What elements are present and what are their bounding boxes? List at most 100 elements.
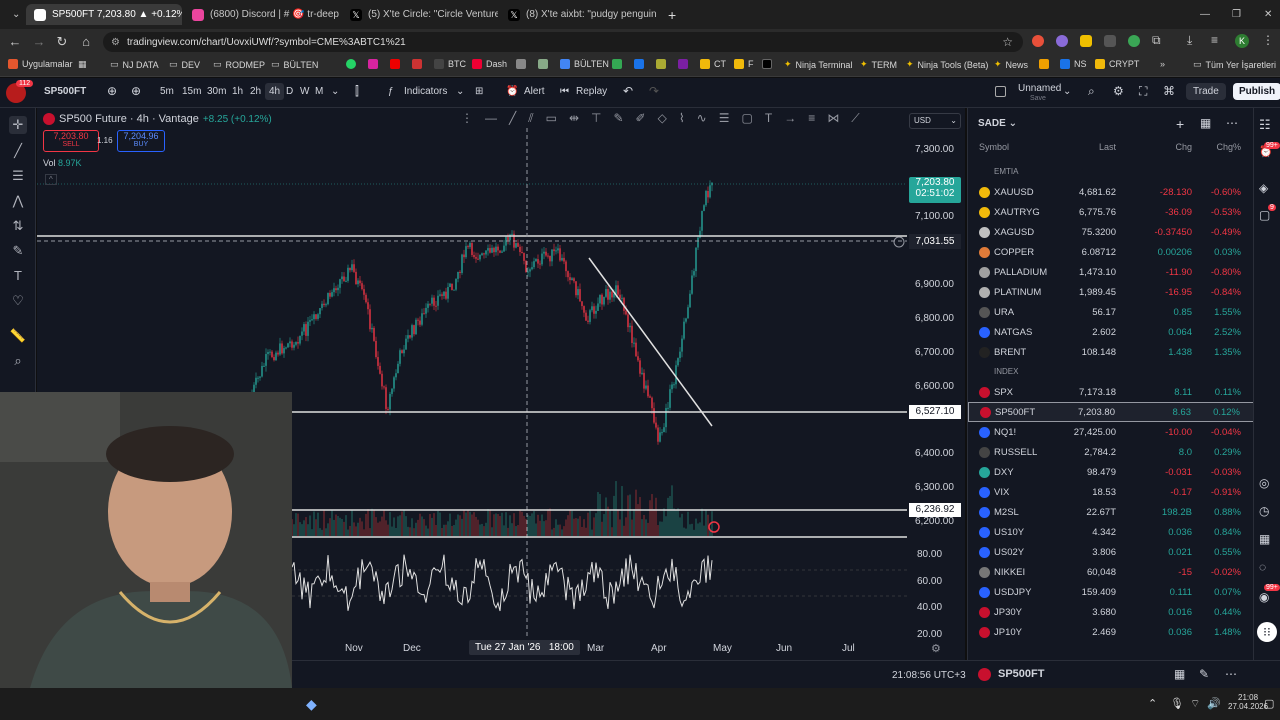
undo-icon[interactable]: ↶	[623, 84, 633, 98]
bookmark-crypt[interactable]: CRYPT	[1095, 59, 1139, 69]
horizontal-line-icon[interactable]: —	[485, 111, 497, 129]
app-icon[interactable]: ◆	[306, 696, 317, 713]
bookmark-site[interactable]	[1039, 59, 1049, 69]
bookmark-bulten[interactable]: BÜLTEN	[560, 59, 609, 69]
bookmark-x[interactable]	[762, 59, 772, 69]
watchlist-row[interactable]: VIX 18.53 -0.17 -0.91%	[968, 482, 1254, 502]
rectangle-icon[interactable]: ▭	[546, 111, 557, 129]
watchlist-row[interactable]: COPPER 6.08712 0.00206 0.03%	[968, 242, 1254, 262]
bookmark-term[interactable]: ✦ TERM	[860, 59, 897, 70]
text-icon[interactable]: T	[765, 111, 772, 129]
calendar-icon[interactable]: ▦	[1259, 532, 1270, 546]
publish-button[interactable]: Publish	[1233, 83, 1280, 100]
watchlist-title[interactable]: SADE ⌄	[978, 118, 1017, 129]
arrow-icon[interactable]: →	[784, 111, 796, 129]
alert-marker-icon[interactable]	[708, 521, 720, 533]
bookmark-folder[interactable]: ▭ BÜLTEN	[271, 59, 318, 70]
forward-icon[interactable]: →	[27, 34, 51, 49]
trade-button[interactable]: Trade	[1186, 83, 1226, 100]
trendline-icon[interactable]: ╱	[509, 111, 516, 129]
header-symbol[interactable]: Symbol	[979, 142, 1009, 152]
gann-icon[interactable]: ≡	[808, 111, 815, 129]
tab-x-circle[interactable]: 𝕏 (5) X'te Circle: "Circle Ventures ✕	[342, 4, 498, 25]
watchlist-row[interactable]: NIKKEI 60,048 -15 -0.02%	[968, 562, 1254, 582]
extension-icon[interactable]	[1128, 35, 1140, 47]
watchlist-row[interactable]: XAGUSD 75.3200 -0.37450 -0.49%	[968, 222, 1254, 242]
back-icon[interactable]: ←	[3, 34, 27, 49]
bookmark-news[interactable]: ✦ News	[994, 59, 1028, 70]
home-icon[interactable]: ⌂	[74, 34, 98, 49]
puzzle-icon[interactable]: ⧉	[1152, 33, 1161, 48]
clock-icon[interactable]: ◷	[1259, 504, 1269, 518]
price-axis[interactable]: 7,300.00 7,100.00 6,900.00 6,800.00 6,70…	[907, 108, 965, 640]
chevron-down-icon[interactable]: ⌄	[1063, 86, 1071, 97]
fib-icon[interactable]: ☰	[9, 167, 27, 185]
pattern-icon[interactable]: ⋈	[827, 111, 839, 129]
bookmark-site[interactable]	[678, 59, 688, 69]
interval-w[interactable]: W	[300, 86, 309, 97]
pattern-icon[interactable]: ⋀	[9, 192, 27, 210]
date-range-icon[interactable]: ⊤	[591, 111, 601, 129]
add-alert-plus-icon[interactable]	[893, 236, 905, 248]
bookmark-grid[interactable]: ▦	[78, 59, 87, 70]
indicators-icon[interactable]: ƒ	[388, 86, 394, 97]
header-chg[interactable]: Chg	[1175, 142, 1192, 152]
watchlist-row[interactable]: NATGAS 2.602 0.064 2.52%	[968, 322, 1254, 342]
bottom-symbol[interactable]: SP500FT	[998, 668, 1044, 680]
bookmark-folder[interactable]: ▭ DEV	[169, 59, 200, 70]
alarm-icon[interactable]: ⏰	[506, 86, 518, 97]
watchlist-row[interactable]: XAUUSD 4,681.62 -28.130 -0.60%	[968, 182, 1254, 202]
symbol-search[interactable]: SP500FT	[44, 86, 86, 97]
notification-icon[interactable]: ◉	[1259, 590, 1269, 604]
more-icon[interactable]: ⋯	[1226, 116, 1238, 130]
interval-1h[interactable]: 1h	[232, 86, 243, 97]
interval-30m[interactable]: 30m	[207, 86, 226, 97]
layout-name[interactable]: Unnamed	[1018, 83, 1061, 94]
alert-button[interactable]: Alert	[524, 86, 545, 97]
watchlist-row[interactable]: M2SL 22.67T 198.2B 0.88%	[968, 502, 1254, 522]
url-input[interactable]: ⚙ tradingview.com/chart/UovxiUWf/?symbol…	[103, 32, 1023, 52]
clock-text[interactable]: 21:08:56 UTC+3	[892, 670, 966, 681]
settings-icon[interactable]: ⚙	[931, 642, 941, 655]
prediction-icon[interactable]: ⇅	[9, 217, 27, 235]
chevron-down-icon[interactable]: ⌄	[331, 86, 339, 97]
watchlist-row[interactable]: US02Y 3.806 0.021 0.55%	[968, 542, 1254, 562]
bookmark-f[interactable]: F	[734, 59, 754, 69]
watchlist-icon[interactable]: ☷	[1259, 117, 1271, 133]
watchlist-row[interactable]: JP10Y 2.469 0.036 1.48%	[968, 622, 1254, 642]
profile-avatar[interactable]: K	[1235, 34, 1249, 48]
watchlist-row[interactable]: URA 56.17 0.85 1.55%	[968, 302, 1254, 322]
buy-button[interactable]: 7,204.96 BUY	[117, 130, 165, 152]
bookmark-overflow-icon[interactable]: »	[1160, 59, 1165, 69]
tab-discord[interactable]: (6800) Discord | # 🎯 tr-deep ✕	[184, 4, 340, 25]
watchlist-row[interactable]: US10Y 4.342 0.036 0.84%	[968, 522, 1254, 542]
gear-icon[interactable]: ⚙	[1113, 84, 1124, 98]
microphone-icon[interactable]: 🎙	[1170, 697, 1184, 710]
text-icon[interactable]: T	[9, 267, 27, 285]
path-icon[interactable]: ⌇	[679, 111, 685, 129]
tab-groups-icon[interactable]: ≡	[1211, 33, 1218, 47]
chevron-down-icon[interactable]: ⌄	[456, 86, 464, 97]
tab-tradingview[interactable]: SP500FT 7,203.80 ▲ +0.12% U ✕	[26, 4, 182, 25]
extension-icon[interactable]	[1104, 35, 1116, 47]
watchlist-row[interactable]: RUSSELL 2,784.2 8.0 0.29%	[968, 442, 1254, 462]
bookmark-ct[interactable]: CT	[700, 59, 726, 69]
bar-style-icon[interactable]: ⫿	[355, 84, 359, 99]
bookmark-apps[interactable]: Uygulamalar	[8, 59, 73, 69]
watchlist-row[interactable]: XAUTRYG 6,775.76 -36.09 -0.53%	[968, 202, 1254, 222]
layout-icon[interactable]	[995, 86, 1006, 97]
add-symbol-icon[interactable]: +	[1176, 116, 1184, 132]
edit-icon[interactable]: ✎	[1199, 667, 1209, 681]
indicators-button[interactable]: Indicators	[404, 86, 447, 97]
target-icon[interactable]: ◎	[1259, 476, 1269, 490]
interval-4h[interactable]: 4h	[265, 83, 285, 100]
interval-2h[interactable]: 2h	[250, 86, 261, 97]
watchlist-row[interactable]: USDJPY 159.409 0.111 0.07%	[968, 582, 1254, 602]
watchlist-row[interactable]: JP30Y 3.680 0.016 0.44%	[968, 602, 1254, 622]
replay-icon[interactable]: ⏮	[560, 86, 569, 97]
watchlist-row[interactable]: PLATINUM 1,989.45 -16.95 -0.84%	[968, 282, 1254, 302]
compare-icon[interactable]: ⊕	[107, 84, 117, 98]
add-symbol-icon[interactable]: ⊕	[131, 84, 141, 98]
bookmark-folder[interactable]: ▭ NJ DATA	[110, 59, 159, 70]
templates-icon[interactable]: ⊞	[475, 86, 483, 97]
